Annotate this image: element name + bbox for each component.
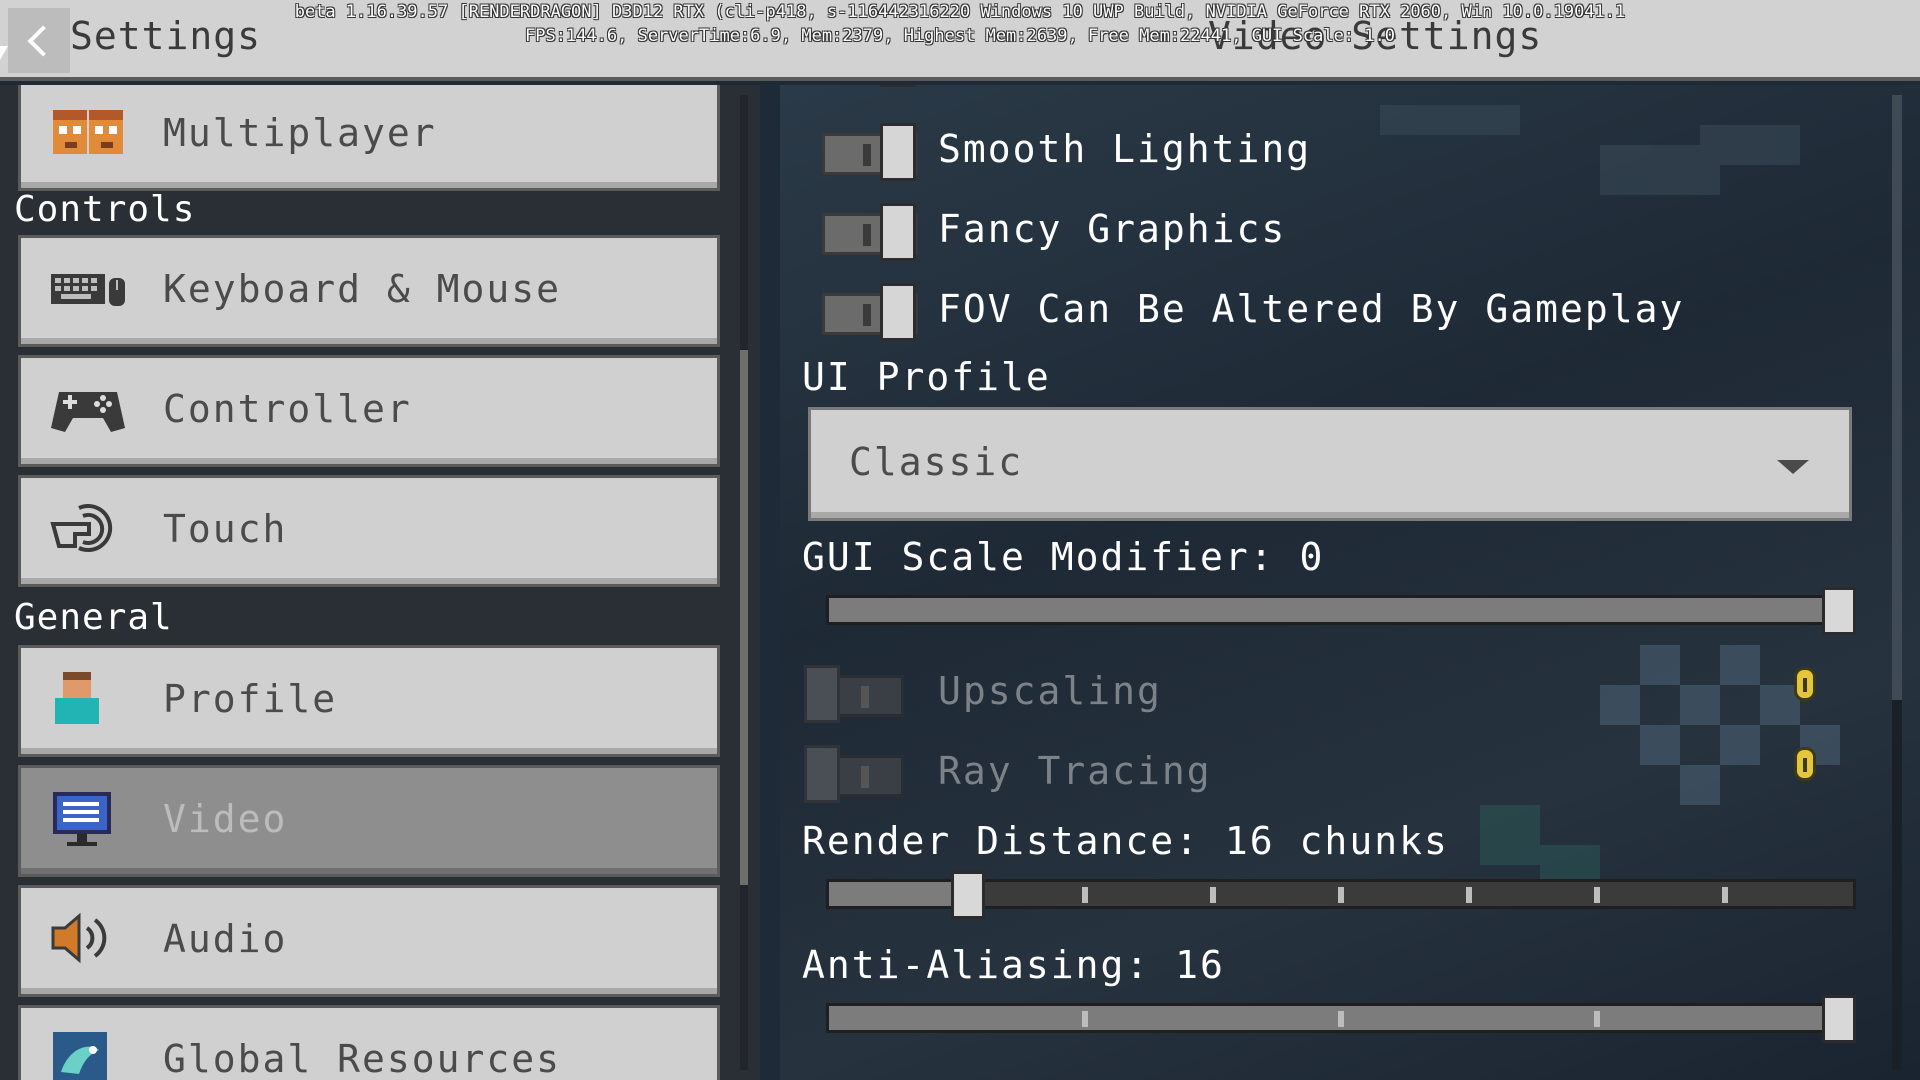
sidebar-item-audio[interactable]: Audio bbox=[18, 885, 720, 997]
header-bar: Settings Video Settings beta 1.16.39.57 … bbox=[0, 0, 1920, 81]
sidebar-item-label: Video bbox=[163, 796, 288, 841]
upscaling-toggle[interactable] bbox=[804, 665, 906, 723]
ray-tracing-info-icon[interactable] bbox=[1794, 747, 1816, 781]
slider-tick bbox=[1466, 887, 1472, 903]
mouse-cursor-icon bbox=[0, 46, 8, 60]
sidebar-item-label: Audio bbox=[163, 916, 288, 961]
sidebar-item-label: Multiplayer bbox=[163, 110, 437, 155]
sidebar-item-controller[interactable]: Controller bbox=[18, 355, 720, 467]
content-scrollbar-thumb[interactable] bbox=[1892, 95, 1902, 700]
anti-aliasing-label: Anti-Aliasing: 16 bbox=[802, 943, 1225, 987]
render-distance-label: Render Distance: 16 chunks bbox=[802, 819, 1449, 863]
slider-fill bbox=[826, 595, 1839, 625]
toggle-knob bbox=[804, 665, 840, 723]
sidebar-item-label: Profile bbox=[163, 676, 338, 721]
toggle-knob bbox=[880, 123, 916, 181]
slider-tick bbox=[1210, 887, 1216, 903]
sidebar-item-keyboard-mouse[interactable]: Keyboard & Mouse bbox=[18, 235, 720, 347]
debug-info-line1: beta 1.16.39.57 [RENDERDRAGON] D3D12 RTX… bbox=[294, 2, 1626, 22]
slider-tick bbox=[1338, 1011, 1344, 1027]
upscaling-label: Upscaling bbox=[938, 669, 1162, 713]
toggle-pip bbox=[861, 766, 869, 788]
render-distance-slider[interactable] bbox=[826, 871, 1856, 919]
settings-sidebar: Multiplayer Controls Keyboard & Mouse Co… bbox=[0, 85, 760, 1080]
section-heading-controls: Controls bbox=[14, 189, 196, 230]
slider-fill bbox=[826, 1003, 1839, 1033]
fancy-graphics-label: Fancy Graphics bbox=[938, 207, 1287, 251]
toggle-knob bbox=[880, 85, 916, 87]
toggle-knob bbox=[880, 283, 916, 341]
slider-thumb[interactable] bbox=[950, 871, 985, 919]
keyboard-mouse-icon bbox=[51, 274, 125, 306]
sidebar-item-label: Controller bbox=[163, 386, 412, 431]
controller-icon bbox=[51, 392, 125, 432]
toggle-partial-top[interactable] bbox=[820, 85, 920, 89]
sidebar-item-video[interactable]: Video bbox=[18, 765, 720, 877]
sidebar-item-label: Global Resources bbox=[163, 1036, 562, 1080]
ui-profile-dropdown[interactable]: Classic bbox=[808, 407, 1852, 521]
sidebar-scrollbar-thumb[interactable] bbox=[740, 350, 748, 885]
profile-icon bbox=[55, 672, 99, 724]
anti-aliasing-slider[interactable] bbox=[826, 995, 1856, 1043]
fancy-graphics-toggle[interactable] bbox=[820, 203, 920, 261]
slider-fill bbox=[826, 879, 968, 909]
sidebar-item-label: Touch bbox=[163, 506, 288, 551]
fov-gameplay-label: FOV Can Be Altered By Gameplay bbox=[938, 287, 1685, 331]
audio-icon bbox=[51, 912, 107, 964]
slider-tick bbox=[1594, 887, 1600, 903]
video-settings-panel: Smooth Lighting Fancy Graphics FOV Can B… bbox=[780, 85, 1920, 1080]
toggle-pip bbox=[863, 144, 871, 166]
toggle-knob bbox=[880, 203, 916, 261]
multiplayer-icon bbox=[53, 110, 123, 154]
sidebar-item-multiplayer[interactable]: Multiplayer bbox=[18, 85, 720, 191]
sidebar-item-touch[interactable]: Touch bbox=[18, 475, 720, 587]
video-icon bbox=[53, 792, 111, 846]
toggle-knob bbox=[804, 745, 840, 803]
smooth-lighting-label: Smooth Lighting bbox=[938, 127, 1312, 171]
toggle-pip bbox=[863, 224, 871, 246]
ui-profile-value: Classic bbox=[849, 440, 1024, 484]
chevron-down-icon bbox=[1777, 460, 1809, 474]
debug-info-line2: FPS:144.6, ServerTime:6.9, Mem:2379, Hig… bbox=[525, 26, 1395, 46]
sidebar-item-global-resources[interactable]: Global Resources bbox=[18, 1005, 720, 1080]
sidebar-item-profile[interactable]: Profile bbox=[18, 645, 720, 757]
gui-scale-label: GUI Scale Modifier: 0 bbox=[802, 535, 1325, 579]
ray-tracing-toggle[interactable] bbox=[804, 745, 906, 803]
touch-icon bbox=[50, 504, 113, 552]
ui-profile-label: UI Profile bbox=[802, 355, 1051, 399]
slider-tick bbox=[1082, 1011, 1088, 1027]
smooth-lighting-toggle[interactable] bbox=[820, 123, 920, 181]
slider-thumb[interactable] bbox=[1822, 995, 1856, 1043]
toggle-pip bbox=[861, 686, 869, 708]
slider-tick bbox=[1338, 887, 1344, 903]
slider-tick bbox=[1594, 1011, 1600, 1027]
slider-tick bbox=[1082, 887, 1088, 903]
fov-gameplay-toggle[interactable] bbox=[820, 283, 920, 341]
ray-tracing-label: Ray Tracing bbox=[938, 749, 1212, 793]
gui-scale-slider[interactable] bbox=[826, 587, 1856, 635]
section-heading-general: General bbox=[14, 597, 173, 638]
global-resources-icon bbox=[53, 1032, 107, 1080]
sidebar-item-label: Keyboard & Mouse bbox=[163, 266, 562, 311]
slider-thumb[interactable] bbox=[1822, 587, 1856, 635]
upscaling-info-icon[interactable] bbox=[1794, 667, 1816, 701]
toggle-pip bbox=[863, 304, 871, 326]
slider-tick bbox=[1722, 887, 1728, 903]
